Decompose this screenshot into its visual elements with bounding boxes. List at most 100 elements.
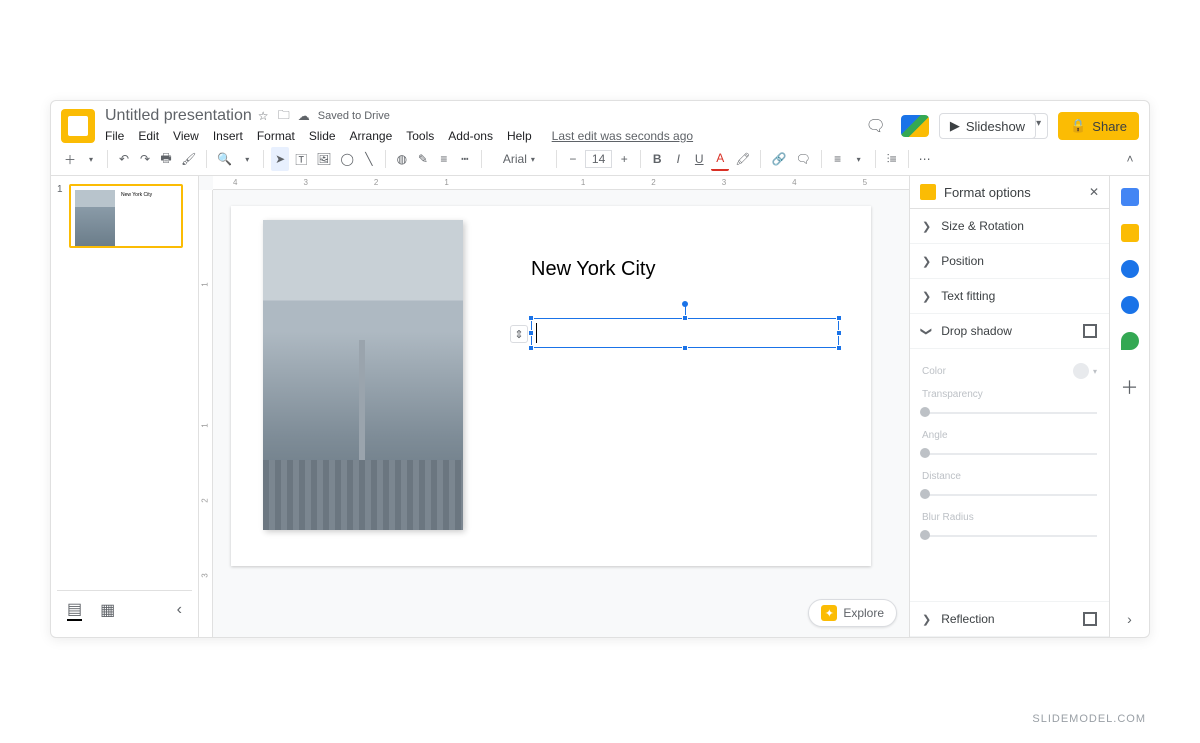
thumbnail-panel: 1 New York City ▤ ▦ ‹	[51, 176, 199, 637]
move-icon[interactable]: 🗀	[278, 109, 292, 123]
ds-blur-slider[interactable]	[922, 527, 1097, 543]
resize-handle[interactable]	[836, 315, 842, 321]
hide-rail-icon[interactable]: ›	[1127, 611, 1132, 627]
font-family-select[interactable]: Arial ▾	[489, 147, 549, 171]
resize-handle[interactable]	[528, 345, 534, 351]
grid-view-icon[interactable]: ▦	[100, 600, 115, 620]
align-dropdown[interactable]: ▾	[850, 147, 868, 171]
menu-file[interactable]: File	[105, 129, 124, 143]
ds-transparency-slider[interactable]	[922, 404, 1097, 420]
menu-view[interactable]: View	[173, 129, 199, 143]
slide-title-text[interactable]: New York City	[531, 258, 656, 281]
menu-help[interactable]: Help	[507, 129, 532, 143]
resize-handle[interactable]	[528, 315, 534, 321]
star-icon[interactable]: ☆	[258, 109, 272, 123]
undo-button[interactable]: ↶	[115, 147, 133, 171]
canvas-area[interactable]: 432112345 1123 New York City	[199, 176, 909, 637]
zoom-button[interactable]: 🔍	[214, 147, 235, 171]
shape-tool[interactable]: ◯	[337, 147, 356, 171]
horizontal-ruler: 432112345	[213, 176, 909, 190]
menu-insert[interactable]: Insert	[213, 129, 243, 143]
resize-handle[interactable]	[682, 345, 688, 351]
font-size-decrease[interactable]: −	[564, 147, 582, 171]
slideshow-button[interactable]: ▶ Slideshow	[939, 113, 1036, 139]
slide-image[interactable]	[263, 220, 463, 530]
ds-color-dropdown[interactable]: ▾	[1093, 367, 1097, 376]
tasks-icon[interactable]	[1121, 260, 1139, 278]
fill-color-button[interactable]: ◍	[393, 147, 411, 171]
ds-angle-slider[interactable]	[922, 445, 1097, 461]
maps-icon[interactable]	[1121, 332, 1139, 350]
menu-slide[interactable]: Slide	[309, 129, 336, 143]
section-position[interactable]: ❯ Position	[910, 244, 1109, 279]
slides-app-icon[interactable]	[61, 109, 95, 143]
selected-textbox[interactable]: ⇕	[531, 318, 839, 348]
font-size-input[interactable]: 14	[585, 150, 612, 168]
add-addon-icon[interactable]: ＋	[1121, 374, 1139, 400]
resize-handle[interactable]	[836, 330, 842, 336]
align-button[interactable]: ≡	[829, 147, 847, 171]
ds-angle-label: Angle	[922, 430, 1097, 441]
keep-icon[interactable]	[1121, 224, 1139, 242]
paint-format-button[interactable]: 🖌	[178, 147, 199, 171]
drop-shadow-checkbox[interactable]	[1083, 324, 1097, 338]
resize-handle[interactable]	[682, 315, 688, 321]
new-slide-button[interactable]: ＋	[61, 147, 79, 171]
print-button[interactable]: 🖶	[157, 147, 175, 171]
explore-button[interactable]: ✦ Explore	[808, 599, 897, 627]
insert-link-button[interactable]: 🔗	[768, 147, 789, 171]
contacts-icon[interactable]	[1121, 296, 1139, 314]
section-size-rotation[interactable]: ❯ Size & Rotation	[910, 209, 1109, 244]
resize-handle[interactable]	[528, 330, 534, 336]
underline-button[interactable]: U	[690, 147, 708, 171]
resize-handle[interactable]	[836, 345, 842, 351]
insert-comment-button[interactable]: 🗨	[792, 147, 813, 171]
slideshow-dropdown[interactable]: ▾	[1030, 113, 1048, 139]
ds-transparency-label: Transparency	[922, 389, 1097, 400]
document-title[interactable]: Untitled presentation	[105, 107, 252, 125]
textbox-tool[interactable]: 🅃	[292, 147, 310, 171]
autofit-icon[interactable]: ⇕	[510, 325, 528, 343]
text-color-button[interactable]: A	[711, 147, 729, 171]
cloud-saved-icon[interactable]: ☁	[298, 109, 312, 123]
slide-thumbnail[interactable]: New York City	[69, 184, 183, 248]
select-tool[interactable]: ➤	[271, 147, 289, 171]
section-text-fitting[interactable]: ❯ Text fitting	[910, 279, 1109, 314]
menu-tools[interactable]: Tools	[406, 129, 434, 143]
meet-icon[interactable]	[901, 115, 929, 137]
section-drop-shadow[interactable]: ❯ Drop shadow	[910, 314, 1109, 349]
border-color-button[interactable]: ✎	[414, 147, 432, 171]
italic-button[interactable]: I	[669, 147, 687, 171]
redo-button[interactable]: ↷	[136, 147, 154, 171]
calendar-icon[interactable]	[1121, 188, 1139, 206]
border-dash-button[interactable]: ┅	[456, 147, 474, 171]
more-tools-button[interactable]: ⋯	[916, 147, 934, 171]
menu-arrange[interactable]: Arrange	[350, 129, 393, 143]
border-weight-button[interactable]: ≡	[435, 147, 453, 171]
rotate-handle[interactable]	[682, 301, 688, 307]
last-edit-link[interactable]: Last edit was seconds ago	[552, 129, 693, 143]
line-tool[interactable]: ╲	[360, 147, 378, 171]
filmstrip-view-icon[interactable]: ▤	[67, 599, 82, 621]
close-panel-icon[interactable]: ✕	[1089, 185, 1099, 199]
line-spacing-button[interactable]: ⫶≡	[883, 147, 901, 171]
collapse-toolbar-button[interactable]: ˄	[1121, 147, 1139, 171]
highlight-button[interactable]: 🖍	[732, 147, 753, 171]
comments-icon[interactable]: 🗨	[861, 111, 891, 141]
menu-edit[interactable]: Edit	[138, 129, 159, 143]
menu-addons[interactable]: Add-ons	[448, 129, 493, 143]
reflection-checkbox[interactable]	[1083, 612, 1097, 626]
share-button[interactable]: 🔒 Share	[1058, 112, 1139, 140]
ds-distance-slider[interactable]	[922, 486, 1097, 502]
ds-distance-label: Distance	[922, 471, 1097, 482]
section-reflection[interactable]: ❯ Reflection	[910, 601, 1109, 637]
bold-button[interactable]: B	[648, 147, 666, 171]
font-size-increase[interactable]: +	[615, 147, 633, 171]
ds-color-swatch[interactable]	[1073, 363, 1089, 379]
slide-canvas[interactable]: New York City ⇕	[231, 206, 871, 566]
image-tool[interactable]: 🖼	[313, 147, 334, 171]
zoom-dropdown[interactable]: ▾	[238, 147, 256, 171]
menu-format[interactable]: Format	[257, 129, 295, 143]
new-slide-dropdown[interactable]: ▾	[82, 147, 100, 171]
collapse-panel-icon[interactable]: ‹	[177, 601, 182, 619]
